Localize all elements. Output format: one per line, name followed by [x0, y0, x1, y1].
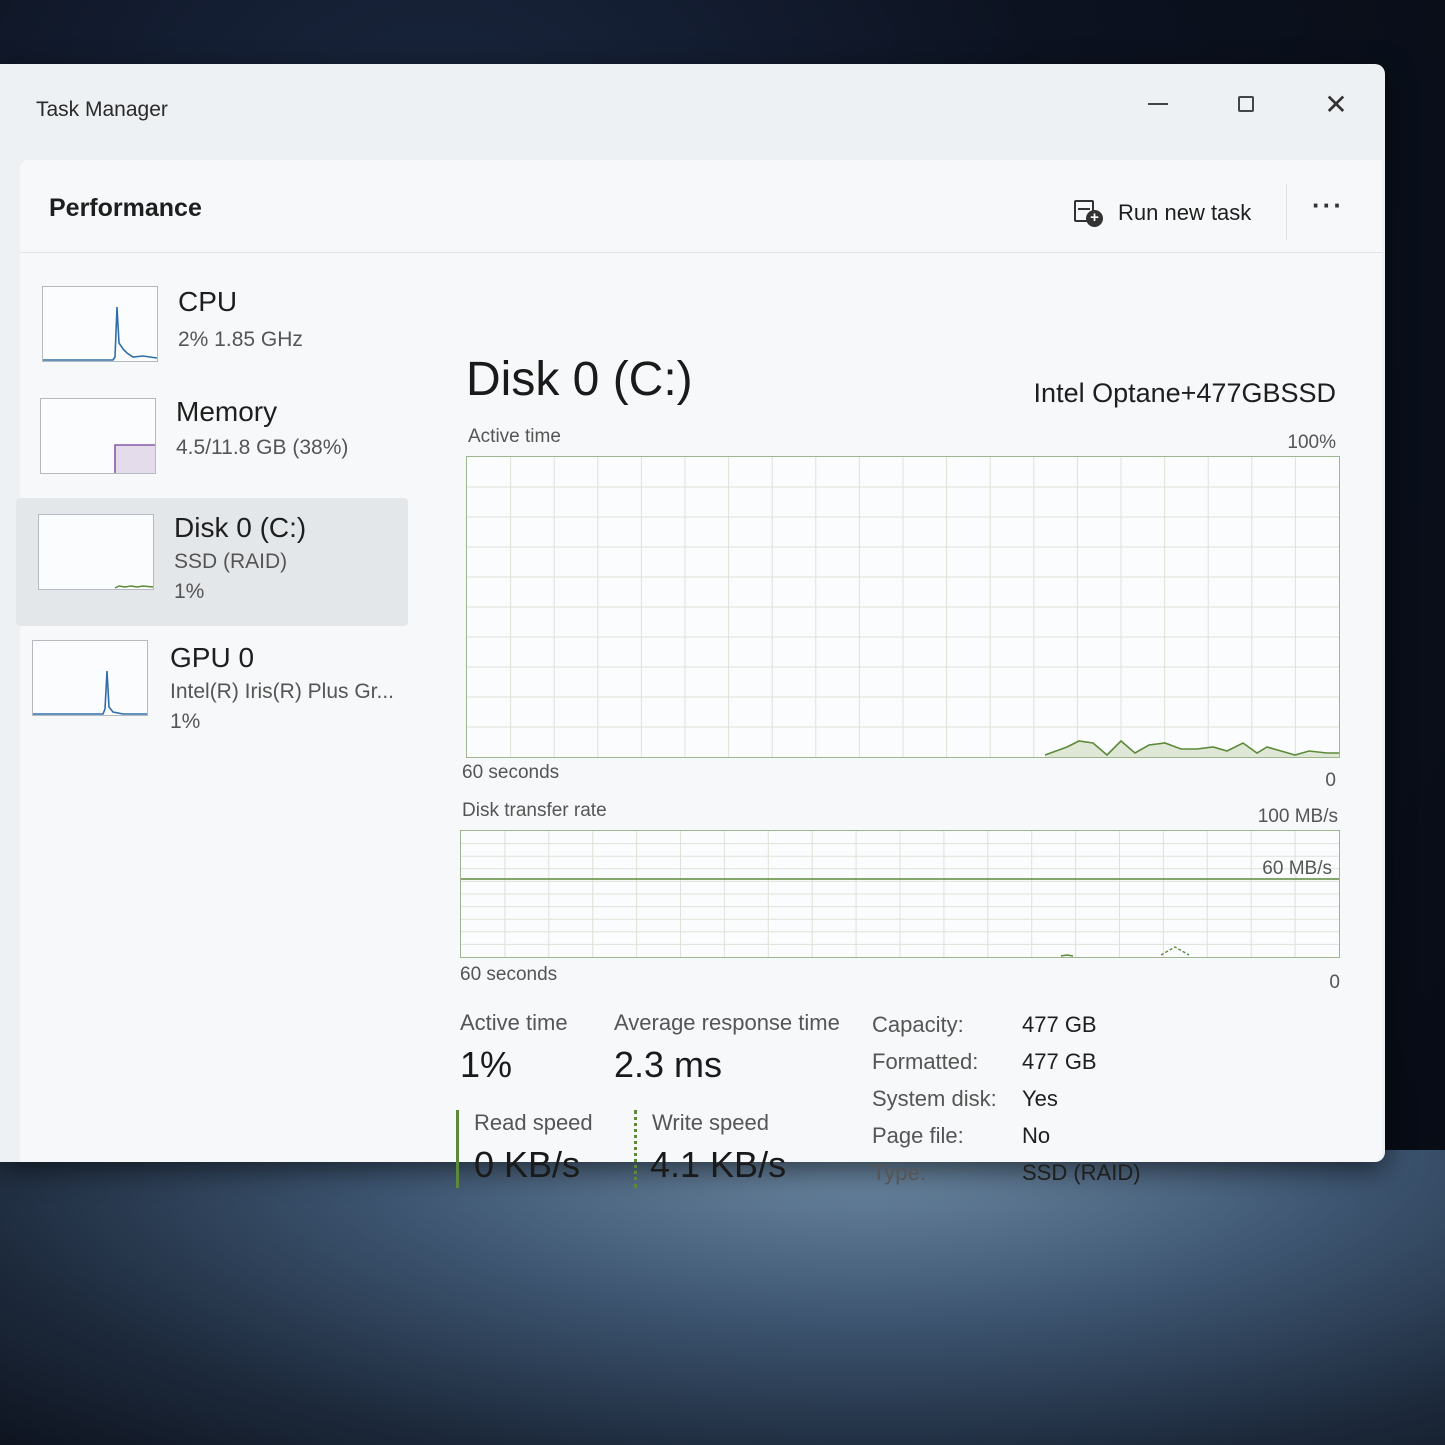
disk-title: Disk 0 (C:)	[466, 353, 693, 406]
task-manager-window: Task Manager ✕ Performance + Run new tas…	[0, 64, 1385, 1188]
page-file-label: Page file:	[872, 1123, 964, 1148]
run-new-task-label: Run new task	[1118, 200, 1252, 225]
sidebar-item-disk-0[interactable]: Disk 0 (C:) SSD (RAID) 1%	[16, 498, 408, 626]
sidebar-item-memory[interactable]: Memory 4.5/11.8 GB (38%)	[20, 386, 410, 514]
memory-thumbnail-graph	[40, 398, 156, 474]
transfer-rate-chart	[460, 830, 1340, 958]
sidebar-item-title: GPU 0	[170, 642, 255, 673]
write-speed-value: 4.1 KB/s	[650, 1144, 787, 1185]
cpu-thumbnail-graph	[42, 286, 158, 362]
write-speed-indicator	[634, 1110, 637, 1188]
write-rate-line	[1160, 946, 1190, 956]
close-button[interactable]: ✕	[1306, 84, 1366, 124]
system-disk-label: System disk:	[872, 1086, 997, 1111]
response-time-stat-label: Average response time	[614, 1010, 840, 1035]
active-time-stat-value: 1%	[460, 1044, 513, 1085]
active-time-chart-label: Active time	[468, 426, 561, 447]
sidebar-item-value: 1%	[174, 580, 205, 603]
sidebar-item-title: Memory	[176, 396, 278, 427]
minimize-icon	[1148, 103, 1168, 105]
transfer-rate-max-label: 100 MB/s	[1257, 806, 1338, 827]
sidebar-item-subtitle: 2% 1.85 GHz	[178, 328, 303, 351]
maximize-icon	[1238, 96, 1254, 112]
minimize-button[interactable]	[1128, 84, 1188, 124]
page-file-value: No	[1022, 1123, 1051, 1148]
capacity-value: 477 GB	[1022, 1012, 1097, 1037]
gpu-thumbnail-graph	[32, 640, 148, 716]
sidebar-item-gpu-0[interactable]: GPU 0 Intel(R) Iris(R) Plus Gr... 1%	[20, 634, 410, 762]
active-time-max-label: 100%	[1287, 432, 1336, 453]
active-time-stat-label: Active time	[460, 1010, 568, 1035]
transfer-rate-duration-label: 60 seconds	[460, 964, 558, 985]
sidebar-item-title: CPU	[178, 286, 238, 317]
sidebar-item-subtitle: 4.5/11.8 GB (38%)	[176, 436, 349, 459]
disk-model: Intel Optane+477GBSSD	[1033, 378, 1336, 408]
sidebar-item-title: Disk 0 (C:)	[174, 512, 307, 543]
sidebar-item-subtitle: SSD (RAID)	[174, 550, 288, 573]
transfer-rate-mid-label: 60 MB/s	[1262, 858, 1332, 879]
read-speed-indicator	[456, 1110, 459, 1188]
transfer-rate-min-label: 0	[1329, 972, 1340, 993]
title-bar[interactable]: Task Manager ✕	[0, 64, 1385, 154]
desktop-wallpaper	[0, 1150, 1445, 1445]
sidebar-item-subtitle: Intel(R) Iris(R) Plus Gr...	[170, 680, 395, 703]
close-icon: ✕	[1324, 88, 1348, 120]
read-rate-line	[1060, 954, 1074, 957]
read-speed-value: 0 KB/s	[474, 1144, 581, 1185]
active-time-min-label: 0	[1325, 770, 1336, 791]
type-value: SSD (RAID)	[1022, 1160, 1141, 1185]
formatted-label: Formatted:	[872, 1049, 979, 1074]
maximize-button[interactable]	[1216, 84, 1276, 124]
page-header: Performance + Run new task ···	[20, 160, 1382, 253]
system-disk-value: Yes	[1022, 1086, 1058, 1111]
performance-panel: Performance + Run new task ··· CPU 2% 1.…	[16, 160, 1382, 1188]
transfer-rate-chart-label: Disk transfer rate	[462, 800, 607, 821]
formatted-value: 477 GB	[1022, 1049, 1097, 1074]
window-title: Task Manager	[36, 98, 168, 121]
read-speed-label: Read speed	[474, 1110, 593, 1135]
run-task-icon: +	[1074, 198, 1104, 228]
capacity-label: Capacity:	[872, 1012, 964, 1037]
response-time-stat-value: 2.3 ms	[614, 1044, 723, 1085]
active-time-chart	[466, 456, 1340, 758]
disk-thumbnail-graph	[38, 514, 154, 590]
active-time-duration-label: 60 seconds	[462, 762, 560, 783]
page-title: Performance	[49, 194, 202, 222]
run-new-task-button[interactable]: + Run new task	[1074, 198, 1251, 228]
more-options-button[interactable]: ···	[1312, 190, 1344, 221]
sidebar-item-cpu[interactable]: CPU 2% 1.85 GHz	[20, 272, 410, 400]
write-speed-label: Write speed	[652, 1110, 769, 1135]
sidebar-item-value: 1%	[170, 710, 201, 733]
header-divider	[1286, 184, 1287, 240]
type-label: Type:	[872, 1160, 926, 1185]
